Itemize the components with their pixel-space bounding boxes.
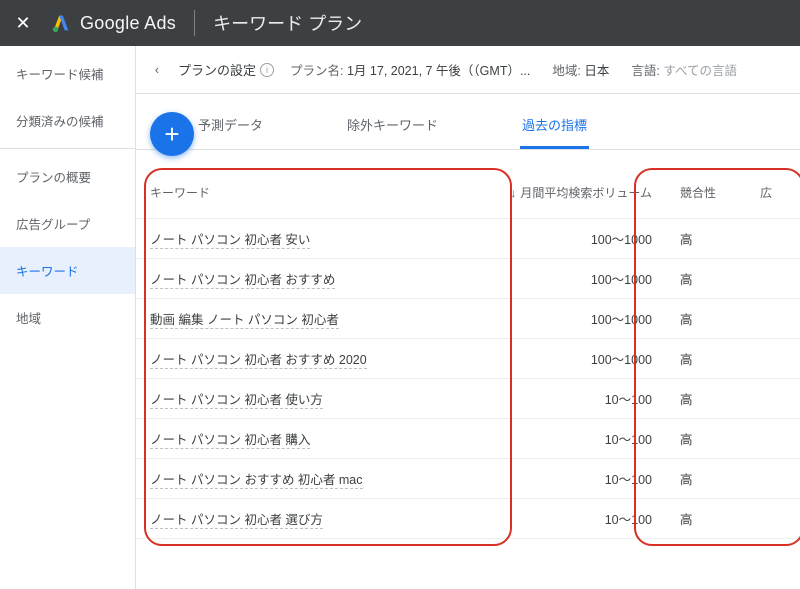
table-container: キーワード ↓ 月間平均検索ボリューム 競合性 広 ノート パソコン 初心者 安い… — [136, 150, 800, 539]
sidebar-item-keywords[interactable]: キーワード — [0, 247, 135, 294]
sidebar-item-ad-groups[interactable]: 広告グループ — [0, 200, 135, 247]
info-icon[interactable]: i — [260, 63, 274, 77]
table-row[interactable]: 動画 編集 ノート パソコン 初心者100～1000高 — [136, 298, 800, 338]
plan-settings-label[interactable]: プランの設定 — [178, 60, 256, 79]
cell-volume: 100～1000 — [496, 218, 666, 258]
plan-name-label: プラン名: — [290, 64, 343, 78]
sort-desc-icon: ↓ — [510, 186, 516, 200]
cell-competition: 高 — [666, 498, 746, 538]
main-area: ‹ プランの設定 i プラン名: 1月 17, 2021, 7 午後（（GMT）… — [136, 46, 800, 589]
plan-region[interactable]: 地域: 日本 — [552, 60, 609, 79]
column-header-ad[interactable]: 広 — [746, 168, 800, 218]
cell-volume: 10～100 — [496, 458, 666, 498]
cell-keyword: ノート パソコン 初心者 おすすめ — [136, 258, 496, 298]
cell-ad — [746, 258, 800, 298]
plan-language-value: すべての言語 — [663, 64, 737, 78]
tab-negative-keywords[interactable]: 除外キーワード — [345, 103, 440, 149]
cell-competition: 高 — [666, 458, 746, 498]
back-chevron-icon[interactable]: ‹ — [142, 55, 172, 85]
cell-volume: 10～100 — [496, 498, 666, 538]
cell-ad — [746, 458, 800, 498]
table-row[interactable]: ノート パソコン 初心者 選び方10～100高 — [136, 498, 800, 538]
table-row[interactable]: ノート パソコン 初心者 おすすめ100～1000高 — [136, 258, 800, 298]
column-header-competition[interactable]: 競合性 — [666, 168, 746, 218]
cell-volume: 100～1000 — [496, 258, 666, 298]
plan-region-value: 日本 — [584, 64, 609, 78]
appbar-divider — [194, 10, 195, 36]
sidebar-item-grouped-ideas[interactable]: 分類済みの候補 — [0, 97, 135, 144]
sidebar-item-keyword-ideas[interactable]: キーワード候補 — [0, 50, 135, 97]
sidebar-item-locations[interactable]: 地域 — [0, 294, 135, 341]
plan-settings-bar: ‹ プランの設定 i プラン名: 1月 17, 2021, 7 午後（（GMT）… — [136, 46, 800, 94]
side-nav: キーワード候補 分類済みの候補 プランの概要 広告グループ キーワード 地域 — [0, 46, 136, 589]
cell-keyword: ノート パソコン 初心者 選び方 — [136, 498, 496, 538]
app-bar: ✕ Google Ads キーワード プラン — [0, 0, 800, 46]
cell-ad — [746, 418, 800, 458]
add-keyword-button[interactable]: + — [150, 112, 194, 156]
sidebar-separator — [0, 148, 135, 149]
cell-volume: 100～1000 — [496, 338, 666, 378]
cell-keyword: ノート パソコン 初心者 使い方 — [136, 378, 496, 418]
cell-keyword: ノート パソコン 初心者 購入 — [136, 418, 496, 458]
cell-competition: 高 — [666, 258, 746, 298]
cell-keyword: ノート パソコン 初心者 安い — [136, 218, 496, 258]
plan-language[interactable]: 言語: すべての言語 — [631, 60, 737, 79]
cell-ad — [746, 378, 800, 418]
tab-bar: 予測データ 除外キーワード 過去の指標 — [136, 94, 800, 150]
cell-volume: 100～1000 — [496, 298, 666, 338]
column-header-keyword[interactable]: キーワード — [136, 168, 496, 218]
table-row[interactable]: ノート パソコン 初心者 使い方10～100高 — [136, 378, 800, 418]
column-header-volume-label: 月間平均検索ボリューム — [520, 186, 652, 200]
table-row[interactable]: ノート パソコン 初心者 おすすめ 2020100～1000高 — [136, 338, 800, 378]
table-row[interactable]: ノート パソコン 初心者 安い100～1000高 — [136, 218, 800, 258]
cell-competition: 高 — [666, 418, 746, 458]
table-header-row: キーワード ↓ 月間平均検索ボリューム 競合性 広 — [136, 168, 800, 218]
cell-volume: 10～100 — [496, 378, 666, 418]
sidebar-item-plan-overview[interactable]: プランの概要 — [0, 153, 135, 200]
plan-name-value: 1月 17, 2021, 7 午後（（GMT）... — [347, 64, 530, 78]
tab-forecast[interactable]: 予測データ — [196, 103, 265, 149]
google-ads-logo-icon — [50, 12, 72, 34]
cell-competition: 高 — [666, 218, 746, 258]
keyword-metrics-table: キーワード ↓ 月間平均検索ボリューム 競合性 広 ノート パソコン 初心者 安い… — [136, 168, 800, 539]
plan-language-label: 言語: — [631, 64, 659, 78]
cell-ad — [746, 298, 800, 338]
column-header-volume[interactable]: ↓ 月間平均検索ボリューム — [496, 168, 666, 218]
cell-competition: 高 — [666, 338, 746, 378]
cell-competition: 高 — [666, 378, 746, 418]
table-row[interactable]: ノート パソコン おすすめ 初心者 mac10～100高 — [136, 458, 800, 498]
section-title: キーワード プラン — [213, 10, 362, 36]
cell-volume: 10～100 — [496, 418, 666, 458]
cell-ad — [746, 218, 800, 258]
plan-name[interactable]: プラン名: 1月 17, 2021, 7 午後（（GMT）... — [290, 60, 530, 79]
cell-competition: 高 — [666, 298, 746, 338]
close-icon[interactable]: ✕ — [0, 0, 46, 46]
cell-keyword: ノート パソコン 初心者 おすすめ 2020 — [136, 338, 496, 378]
plan-region-label: 地域: — [552, 64, 580, 78]
cell-ad — [746, 498, 800, 538]
tab-historical-metrics[interactable]: 過去の指標 — [520, 103, 589, 149]
table-row[interactable]: ノート パソコン 初心者 購入10～100高 — [136, 418, 800, 458]
cell-keyword: 動画 編集 ノート パソコン 初心者 — [136, 298, 496, 338]
cell-keyword: ノート パソコン おすすめ 初心者 mac — [136, 458, 496, 498]
cell-ad — [746, 338, 800, 378]
brand-name: Google Ads — [80, 13, 176, 34]
